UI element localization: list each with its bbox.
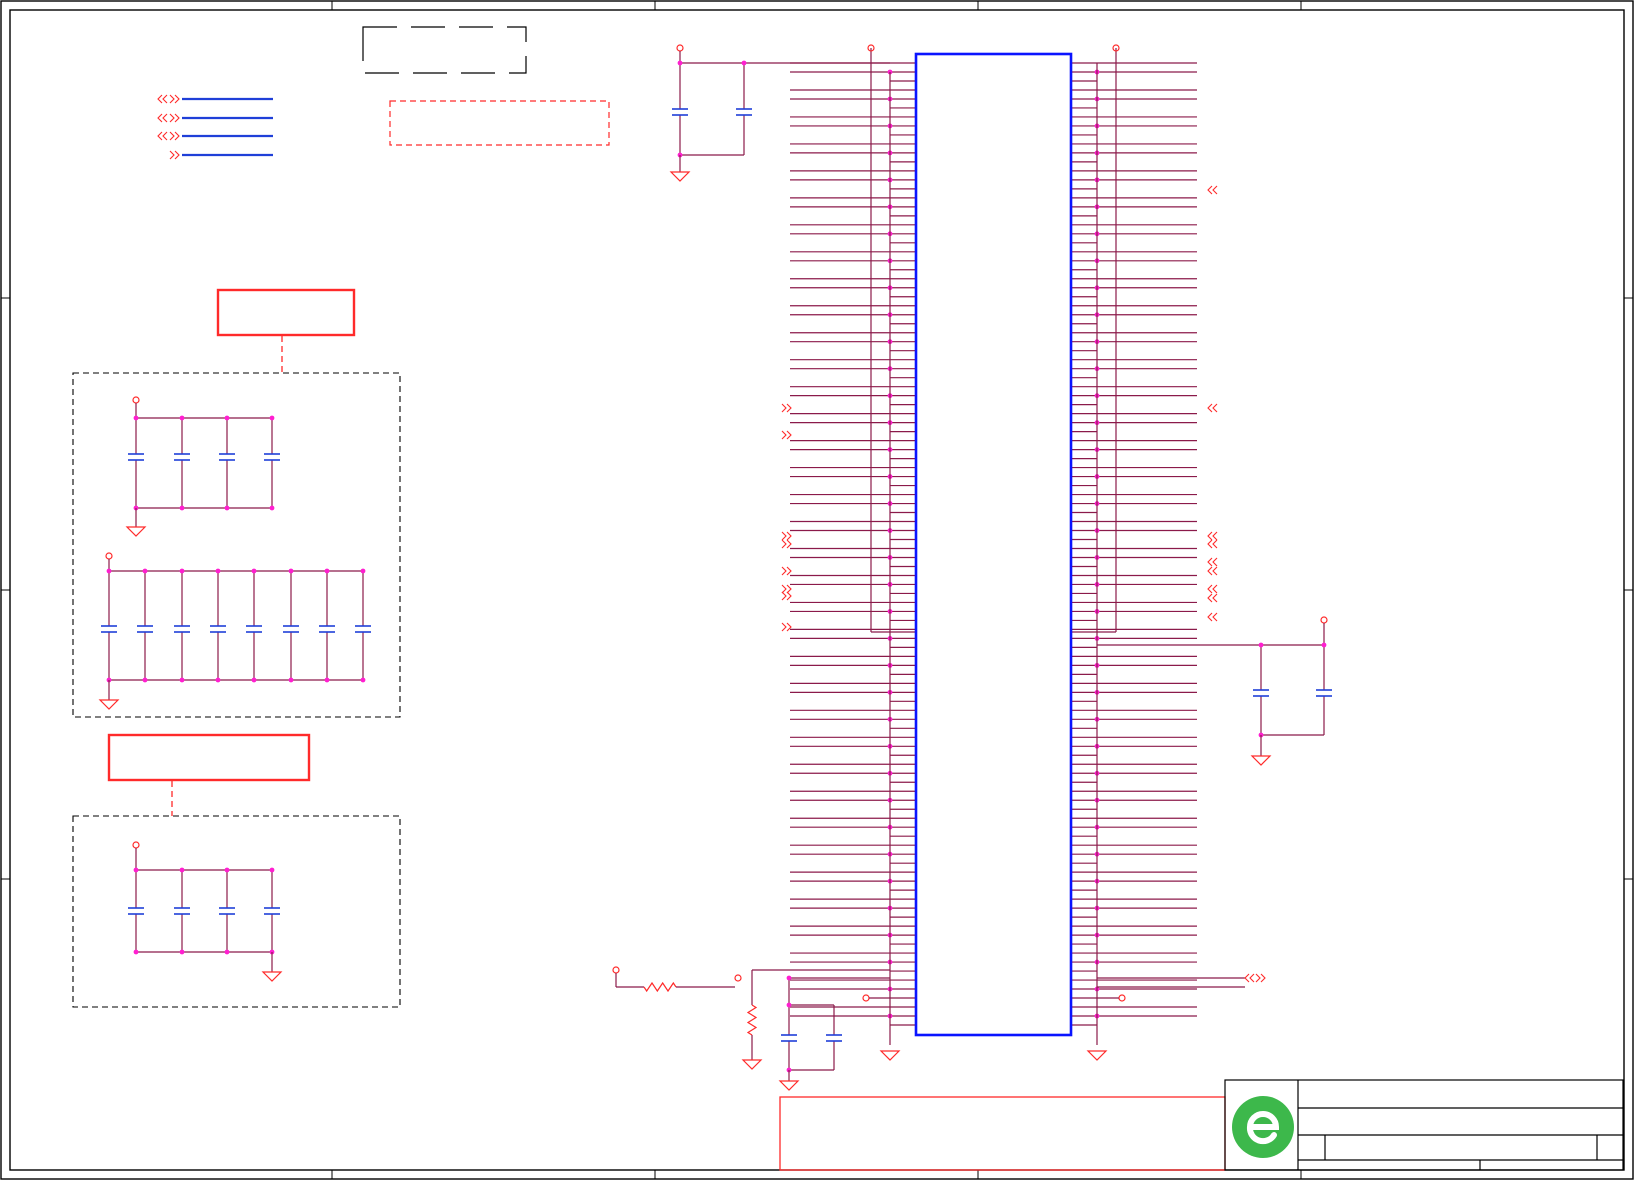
- junction-dot: [106, 568, 112, 574]
- ground-triangle-icon: [669, 171, 691, 182]
- power-pin-circle-icon: [132, 396, 140, 404]
- off-page-connector-chevron-icon: [157, 113, 168, 123]
- off-page-connector-chevron-icon: [781, 531, 792, 541]
- junction-dot: [215, 677, 221, 683]
- ic-support-circuit: [612, 44, 1332, 1091]
- ground-triangle-icon: [778, 1080, 800, 1091]
- junction-dot: [677, 60, 683, 66]
- off-page-connector-chevron-icon: [781, 539, 792, 549]
- junction-dot: [251, 677, 257, 683]
- power-pin-circle-icon: [132, 841, 140, 849]
- off-page-connector-chevron-icon: [1207, 612, 1218, 622]
- net-label-lines: [182, 97, 273, 157]
- off-page-connector-chevron-icon: [1207, 531, 1218, 541]
- net-ports: [157, 94, 180, 160]
- junction-dot: [179, 505, 185, 511]
- off-page-connector-chevron-icon: [169, 131, 180, 141]
- off-page-connector-chevron-icon: [169, 94, 180, 104]
- off-page-connector-chevron-icon: [157, 94, 168, 104]
- off-page-connector-chevron-icon: [1207, 584, 1218, 594]
- decoupling-group-2: [72, 815, 401, 1008]
- junction-dot: [786, 1002, 792, 1008]
- off-page-connector-chevron-icon: [157, 131, 168, 141]
- off-page-connector-chevron-icon: [781, 622, 792, 632]
- junction-dot: [142, 677, 148, 683]
- note-box: [362, 26, 527, 74]
- off-page-connector-chevron-icon: [1207, 539, 1218, 549]
- junction-dot: [288, 677, 294, 683]
- power-pin-circle-icon: [734, 974, 742, 982]
- resistor-zigzag-icon: [643, 981, 677, 993]
- off-page-connector-chevron-icon: [169, 150, 180, 160]
- decoupling-group-1: [72, 372, 401, 718]
- ground-triangle-icon: [261, 971, 283, 982]
- junction-dot: [251, 568, 257, 574]
- off-page-connector-chevron-icon: [1207, 403, 1218, 413]
- junction-dot: [741, 60, 747, 66]
- power-pin-circle-icon: [1118, 994, 1126, 1002]
- junction-dot: [288, 568, 294, 574]
- section-title-box-1: [216, 288, 356, 337]
- schematic-sheet: [0, 0, 1634, 1180]
- capacitor-banks: [98, 396, 371, 982]
- junction-dot: [224, 415, 230, 421]
- off-page-connector-chevron-icon: [1207, 185, 1218, 195]
- ground-triangle-icon: [125, 526, 147, 537]
- junction-dot: [1258, 642, 1264, 648]
- ground-triangle-icon: [1250, 755, 1272, 766]
- off-page-connector-chevron-icon: [781, 591, 792, 601]
- junction-dot: [179, 415, 185, 421]
- off-page-connector-chevron-icon: [781, 566, 792, 576]
- junction-dot: [179, 867, 185, 873]
- junction-dot: [142, 568, 148, 574]
- power-pin-circle-icon: [105, 552, 113, 560]
- junction-dot: [224, 949, 230, 955]
- off-page-connector-chevron-icon: [1244, 973, 1255, 983]
- ground-triangle-icon: [741, 1059, 763, 1070]
- junction-dot: [133, 949, 139, 955]
- section-title-box-2: [107, 733, 311, 782]
- junction-dot: [269, 505, 275, 511]
- power-pin-circle-icon: [862, 994, 870, 1002]
- junction-dot: [224, 867, 230, 873]
- junction-dot: [133, 867, 139, 873]
- junction-dot: [269, 867, 275, 873]
- frame-zone-ticks: [1, 1, 1633, 1179]
- description-box: [779, 1096, 1226, 1171]
- ground-triangle-icon: [98, 699, 120, 710]
- junction-dot: [215, 568, 221, 574]
- power-pin-circle-icon: [1320, 616, 1328, 624]
- ic-pin-wires: [781, 44, 1218, 1061]
- junction-dot: [360, 677, 366, 683]
- junction-dot: [179, 677, 185, 683]
- junction-dot: [360, 568, 366, 574]
- junction-dot: [269, 415, 275, 421]
- junction-dot: [179, 949, 185, 955]
- off-page-connector-chevron-icon: [781, 430, 792, 440]
- power-pin-circle-icon: [676, 44, 684, 52]
- off-page-connector-chevron-icon: [781, 584, 792, 594]
- junction-dot: [324, 677, 330, 683]
- resistor-zigzag-icon: [746, 1004, 758, 1036]
- note-box-red: [389, 100, 610, 146]
- off-page-connector-chevron-icon: [1207, 566, 1218, 576]
- outer-frame: [0, 0, 1634, 1180]
- off-page-connector-chevron-icon: [1207, 593, 1218, 603]
- junction-dot: [224, 505, 230, 511]
- power-pin-circle-icon: [612, 966, 620, 974]
- off-page-connector-chevron-icon: [1255, 973, 1266, 983]
- off-page-connector-chevron-icon: [781, 403, 792, 413]
- off-page-connector-chevron-icon: [1207, 557, 1218, 567]
- junction-dot: [1321, 642, 1327, 648]
- company-logo-e-icon: [1232, 1096, 1294, 1158]
- junction-dot: [133, 415, 139, 421]
- junction-dot: [324, 568, 330, 574]
- junction-dot: [179, 568, 185, 574]
- off-page-connector-chevron-icon: [169, 113, 180, 123]
- ground-triangle-icon: [1086, 1050, 1108, 1061]
- inner-frame: [9, 9, 1625, 1171]
- junction-dot: [786, 975, 792, 981]
- ground-triangle-icon: [879, 1050, 901, 1061]
- main-ic-body: [914, 52, 1073, 1037]
